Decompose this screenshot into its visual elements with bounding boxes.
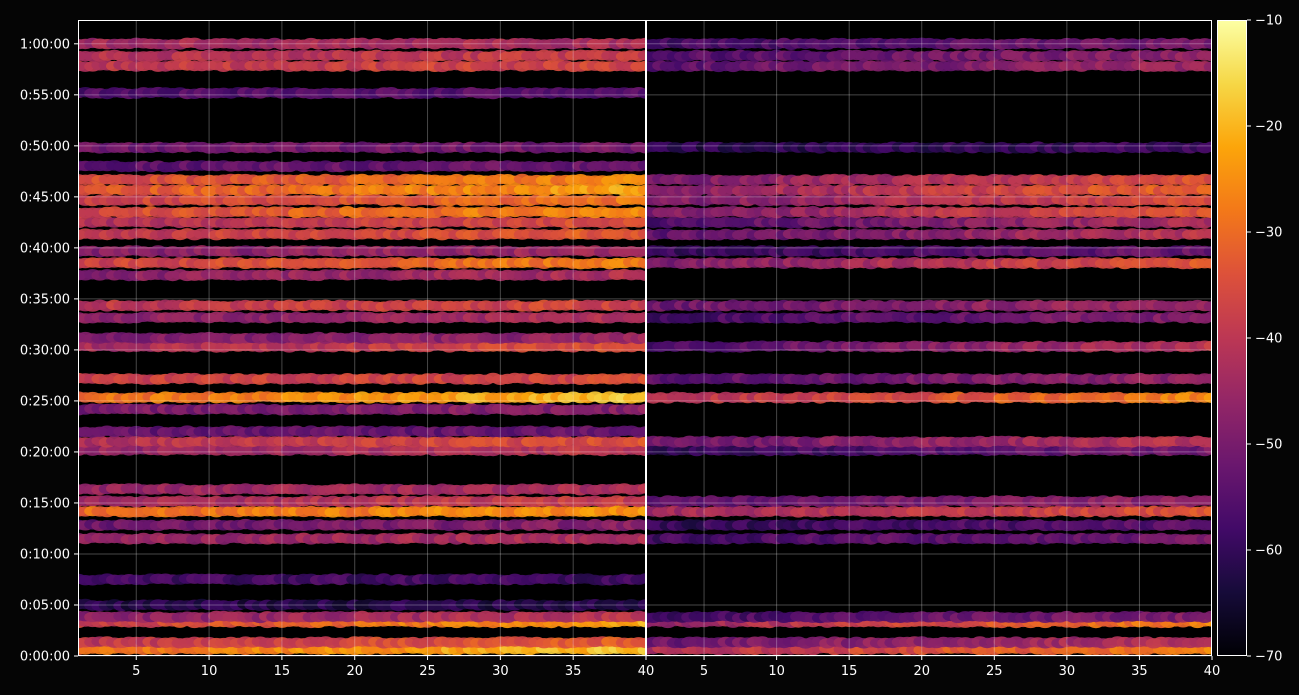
y-tick-label: 0:25:00 — [20, 394, 70, 409]
y-tick-label: 0:55:00 — [20, 88, 70, 103]
y-tick-label: 0:30:00 — [20, 343, 70, 358]
heatmap-panel-right: 5 10 15 20 25 30 35 40 — [646, 20, 1220, 679]
y-tick-label: 0:00:00 — [20, 650, 70, 665]
x-tick-label: 35 — [565, 664, 582, 679]
y-tick-label: 0:15:00 — [20, 496, 70, 511]
x-tick-label: 15 — [274, 664, 291, 679]
plot-background — [646, 20, 1212, 656]
heatmap-panel-left: 5 10 15 20 25 30 35 40 0:00:00 0:05:00 0:10:00 0:15… — [20, 20, 655, 679]
x-tick-label: 20 — [346, 664, 363, 679]
x-tick-label: 30 — [492, 664, 509, 679]
y-tick-label: 0:40:00 — [20, 241, 70, 256]
x-tick-label: 25 — [419, 664, 436, 679]
y-tick-label: 0:05:00 — [20, 598, 70, 613]
y-tick-label: 1:00:00 — [20, 37, 70, 52]
y-tick-label: 0:50:00 — [20, 139, 70, 154]
x-tick-label: 10 — [201, 664, 218, 679]
y-tick-label: 0:45:00 — [20, 190, 70, 205]
spectrogram-chart: 5 10 15 20 25 30 35 400:00:000:05:000:10:000:15… — [20, 14, 1283, 680]
x-tick-label: 5 — [132, 664, 140, 679]
y-tick-label: 0:35:00 — [20, 292, 70, 307]
y-tick-label: 0:20:00 — [20, 445, 70, 460]
y-tick-label: 0:10:00 — [20, 547, 70, 562]
x-tick-label: 40 — [638, 664, 655, 679]
